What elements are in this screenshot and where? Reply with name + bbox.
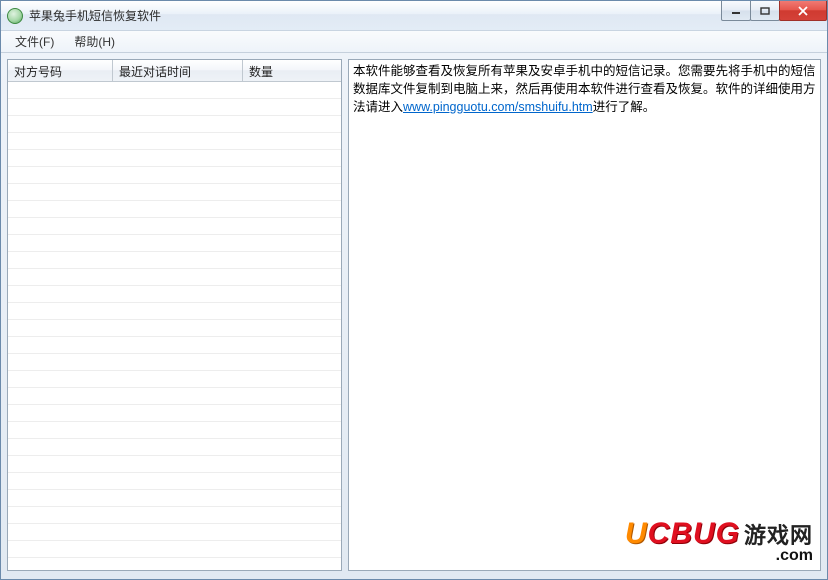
close-button[interactable]	[779, 1, 827, 21]
table-row	[8, 371, 341, 388]
minimize-button[interactable]	[721, 1, 751, 21]
table-row	[8, 252, 341, 269]
table-row	[8, 422, 341, 439]
table-row	[8, 82, 341, 99]
table-row	[8, 337, 341, 354]
info-panel: 本软件能够查看及恢复所有苹果及安卓手机中的短信记录。您需要先将手机中的短信数据库…	[348, 59, 821, 571]
app-window: 苹果兔手机短信恢复软件 文件(F) 帮助(H) 对方号码 最近对话时间 数量	[0, 0, 828, 580]
maximize-button[interactable]	[750, 1, 780, 21]
table-row	[8, 541, 341, 558]
table-row	[8, 99, 341, 116]
table-row	[8, 286, 341, 303]
table-body	[8, 82, 341, 570]
table-row	[8, 320, 341, 337]
table-header: 对方号码 最近对话时间 数量	[8, 60, 341, 82]
table-row	[8, 235, 341, 252]
titlebar: 苹果兔手机短信恢复软件	[1, 1, 827, 31]
sms-table[interactable]: 对方号码 最近对话时间 数量	[7, 59, 342, 571]
table-row	[8, 490, 341, 507]
client-area: 对方号码 最近对话时间 数量 本软件能够查看及恢复所有苹果及安卓手机中的短信记录…	[1, 53, 827, 579]
table-row	[8, 473, 341, 490]
table-row	[8, 269, 341, 286]
table-row	[8, 524, 341, 541]
table-row	[8, 184, 341, 201]
table-row	[8, 303, 341, 320]
window-title: 苹果兔手机短信恢复软件	[29, 7, 161, 24]
column-phone[interactable]: 对方号码	[8, 60, 113, 81]
table-row	[8, 507, 341, 524]
table-row	[8, 405, 341, 422]
column-last-time[interactable]: 最近对话时间	[113, 60, 243, 81]
menu-file[interactable]: 文件(F)	[5, 31, 64, 52]
column-count[interactable]: 数量	[243, 60, 341, 81]
info-text-after: 进行了解。	[593, 100, 656, 114]
table-row	[8, 150, 341, 167]
table-row	[8, 133, 341, 150]
window-controls	[722, 1, 827, 23]
menubar: 文件(F) 帮助(H)	[1, 31, 827, 53]
table-row	[8, 439, 341, 456]
table-row	[8, 218, 341, 235]
help-link[interactable]: www.pingguotu.com/smshuifu.htm	[403, 100, 593, 114]
table-row	[8, 456, 341, 473]
app-icon	[7, 8, 23, 24]
table-row	[8, 116, 341, 133]
menu-help[interactable]: 帮助(H)	[64, 31, 125, 52]
table-row	[8, 201, 341, 218]
table-row	[8, 354, 341, 371]
table-row	[8, 388, 341, 405]
table-row	[8, 167, 341, 184]
